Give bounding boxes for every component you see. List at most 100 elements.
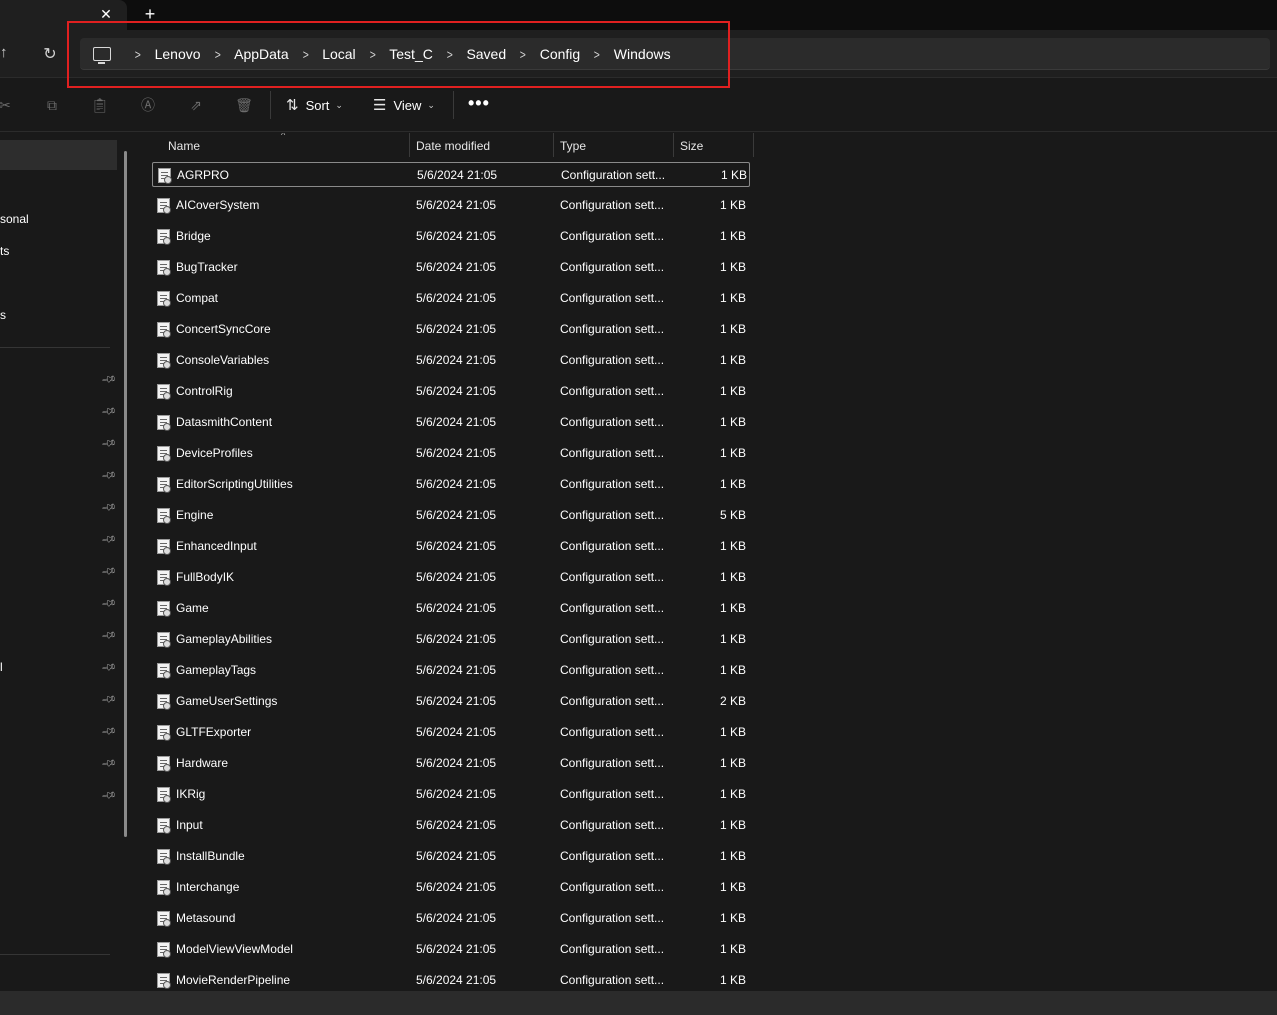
pin-icon[interactable]: 📌︎ [100, 660, 117, 677]
table-row[interactable]: ConsoleVariables 5/6/2024 21:05 Configurat… [152, 348, 750, 373]
pin-icon[interactable]: 📌︎ [100, 532, 117, 549]
pin-icon[interactable]: 📌︎ [100, 372, 117, 389]
sort-button[interactable]: ⇅ Sort ⌄ [286, 94, 343, 116]
this-pc-icon[interactable] [93, 47, 111, 64]
file-size: 1 KB [719, 880, 746, 894]
file-date-modified: 5/6/2024 21:05 [416, 322, 497, 336]
new-tab-icon[interactable]: + [142, 5, 158, 23]
file-date-modified: 5/6/2024 21:05 [416, 973, 497, 987]
rename-icon[interactable]: Ⓐ [139, 96, 157, 114]
column-header-size[interactable]: Size [674, 133, 754, 157]
sidebar-divider [0, 347, 110, 348]
sidebar-item-label[interactable]: s [0, 308, 6, 322]
file-type: Configuration sett... [560, 198, 665, 212]
breadcrumb-item-config[interactable]: Config [540, 46, 580, 62]
breadcrumb-item-saved[interactable]: Saved [466, 46, 506, 62]
share-icon[interactable]: ⇗ [187, 96, 205, 114]
pin-icon[interactable]: 📌︎ [100, 468, 117, 485]
up-arrow-icon[interactable]: ↑ [0, 44, 12, 64]
sidebar-item-selected[interactable] [0, 140, 117, 170]
chevron-right-icon[interactable]: > [369, 47, 375, 62]
table-row[interactable]: AGRPRO 5/6/2024 21:05 Configuration sett..… [152, 162, 750, 187]
column-header-label: Date modified [416, 139, 491, 153]
table-row[interactable]: BugTracker 5/6/2024 21:05 Configuration se… [152, 255, 750, 280]
table-row[interactable]: Hardware 5/6/2024 21:05 Configuration sett… [152, 751, 750, 776]
pin-icon[interactable]: 📌︎ [100, 724, 117, 741]
pin-icon[interactable]: 📌︎ [100, 500, 117, 517]
sidebar-item-label[interactable]: ts [0, 244, 9, 258]
chevron-down-icon: ⌄ [335, 99, 343, 110]
chevron-right-icon[interactable]: > [214, 47, 220, 62]
chevron-right-icon[interactable]: > [302, 47, 308, 62]
active-tab[interactable]: ✕ [0, 0, 127, 30]
table-row[interactable]: ConcertSyncCore 5/6/2024 21:05 Configurati… [152, 317, 750, 342]
table-row[interactable]: Input 5/6/2024 21:05 Configuration sett...… [152, 813, 750, 838]
breadcrumb-item-test-c[interactable]: Test_C [389, 46, 433, 62]
table-row[interactable]: FullBodyIK 5/6/2024 21:05 Configuration se… [152, 565, 750, 590]
file-type: Configuration sett... [560, 818, 665, 832]
column-header-name[interactable]: Name [161, 133, 410, 157]
table-row[interactable]: MovieRenderPipeline 5/6/2024 21:05 Configu… [152, 968, 750, 991]
file-type: Configuration sett... [560, 973, 665, 987]
file-size: 1 KB [719, 818, 746, 832]
sidebar-item-label[interactable]: sonal [0, 212, 29, 226]
copy-icon[interactable]: ⧉ [43, 96, 61, 114]
pin-icon[interactable]: 📌︎ [100, 692, 117, 709]
file-type: Configuration sett... [560, 756, 665, 770]
pin-icon[interactable]: 📌︎ [100, 756, 117, 773]
table-row[interactable]: EnhancedInput 5/6/2024 21:05 Configuration… [152, 534, 750, 559]
breadcrumb-item-local[interactable]: Local [322, 46, 355, 62]
table-row[interactable]: GLTFExporter 5/6/2024 21:05 Configuration … [152, 720, 750, 745]
config-file-icon [157, 570, 171, 586]
column-header-type[interactable]: Type [554, 133, 674, 157]
chevron-right-icon[interactable]: > [447, 47, 453, 62]
refresh-icon[interactable]: ↻ [40, 44, 60, 64]
table-row[interactable]: EditorScriptingUtilities 5/6/2024 21:05 Co… [152, 472, 750, 497]
breadcrumb-item-lenovo[interactable]: Lenovo [155, 46, 201, 62]
file-name: IKRig [176, 787, 206, 801]
column-header-date-modified[interactable]: Date modified [410, 133, 554, 157]
table-row[interactable]: GameplayAbilities 5/6/2024 21:05 Configura… [152, 627, 750, 652]
file-type: Configuration sett... [560, 787, 665, 801]
file-type: Configuration sett... [560, 570, 665, 584]
table-row[interactable]: Game 5/6/2024 21:05 Configuration sett... 1… [152, 596, 750, 621]
table-row[interactable]: DatasmithContent 5/6/2024 21:05 Configurat… [152, 410, 750, 435]
view-button[interactable]: ☰ View ⌄ [373, 94, 435, 116]
table-row[interactable]: InstallBundle 5/6/2024 21:05 Configuration… [152, 844, 750, 869]
table-row[interactable]: ModelViewViewModel 5/6/2024 21:05 Configur… [152, 937, 750, 962]
more-options-icon[interactable]: ••• [468, 94, 489, 115]
file-type: Configuration sett... [560, 942, 665, 956]
table-row[interactable]: Compat 5/6/2024 21:05 Configuration sett..… [152, 286, 750, 311]
address-bar[interactable]: > Lenovo > AppData > Local > Test_C > Sa… [80, 38, 1270, 70]
pin-icon[interactable]: 📌︎ [100, 596, 117, 613]
pin-icon[interactable]: 📌︎ [100, 404, 117, 421]
paste-icon[interactable]: 📋︎ [91, 96, 109, 114]
file-date-modified: 5/6/2024 21:05 [417, 168, 498, 182]
chevron-right-icon[interactable]: > [520, 47, 526, 62]
table-row[interactable]: ControlRig 5/6/2024 21:05 Configuration se… [152, 379, 750, 404]
pin-icon[interactable]: 📌︎ [100, 436, 117, 453]
breadcrumb-item-appdata[interactable]: AppData [234, 46, 288, 62]
table-row[interactable]: Engine 5/6/2024 21:05 Configuration sett..… [152, 503, 750, 528]
chevron-right-icon[interactable]: > [594, 47, 600, 62]
sidebar-scrollbar[interactable] [124, 151, 127, 837]
table-row[interactable]: Interchange 5/6/2024 21:05 Configuration s… [152, 875, 750, 900]
table-row[interactable]: IKRig 5/6/2024 21:05 Configuration sett...… [152, 782, 750, 807]
table-row[interactable]: DeviceProfiles 5/6/2024 21:05 Configuratio… [152, 441, 750, 466]
close-tab-icon[interactable]: ✕ [98, 6, 114, 22]
pin-icon[interactable]: 📌︎ [100, 788, 117, 805]
delete-icon[interactable]: 🗑︎ [235, 96, 253, 114]
sidebar-item-label[interactable]: l [0, 660, 3, 674]
pin-icon[interactable]: 📌︎ [100, 564, 117, 581]
table-row[interactable]: GameplayTags 5/6/2024 21:05 Configuration … [152, 658, 750, 683]
chevron-right-icon[interactable]: > [135, 47, 141, 62]
file-date-modified: 5/6/2024 21:05 [416, 353, 497, 367]
table-row[interactable]: Metasound 5/6/2024 21:05 Configuration set… [152, 906, 750, 931]
table-row[interactable]: Bridge 5/6/2024 21:05 Configuration sett..… [152, 224, 750, 249]
table-row[interactable]: AICoverSystem 5/6/2024 21:05 Configuration… [152, 193, 750, 218]
cut-icon[interactable]: ✂ [0, 96, 14, 114]
table-row[interactable]: GameUserSettings 5/6/2024 21:05 Configurat… [152, 689, 750, 714]
file-date-modified: 5/6/2024 21:05 [416, 477, 497, 491]
breadcrumb-item-windows[interactable]: Windows [614, 46, 671, 62]
pin-icon[interactable]: 📌︎ [100, 628, 117, 645]
